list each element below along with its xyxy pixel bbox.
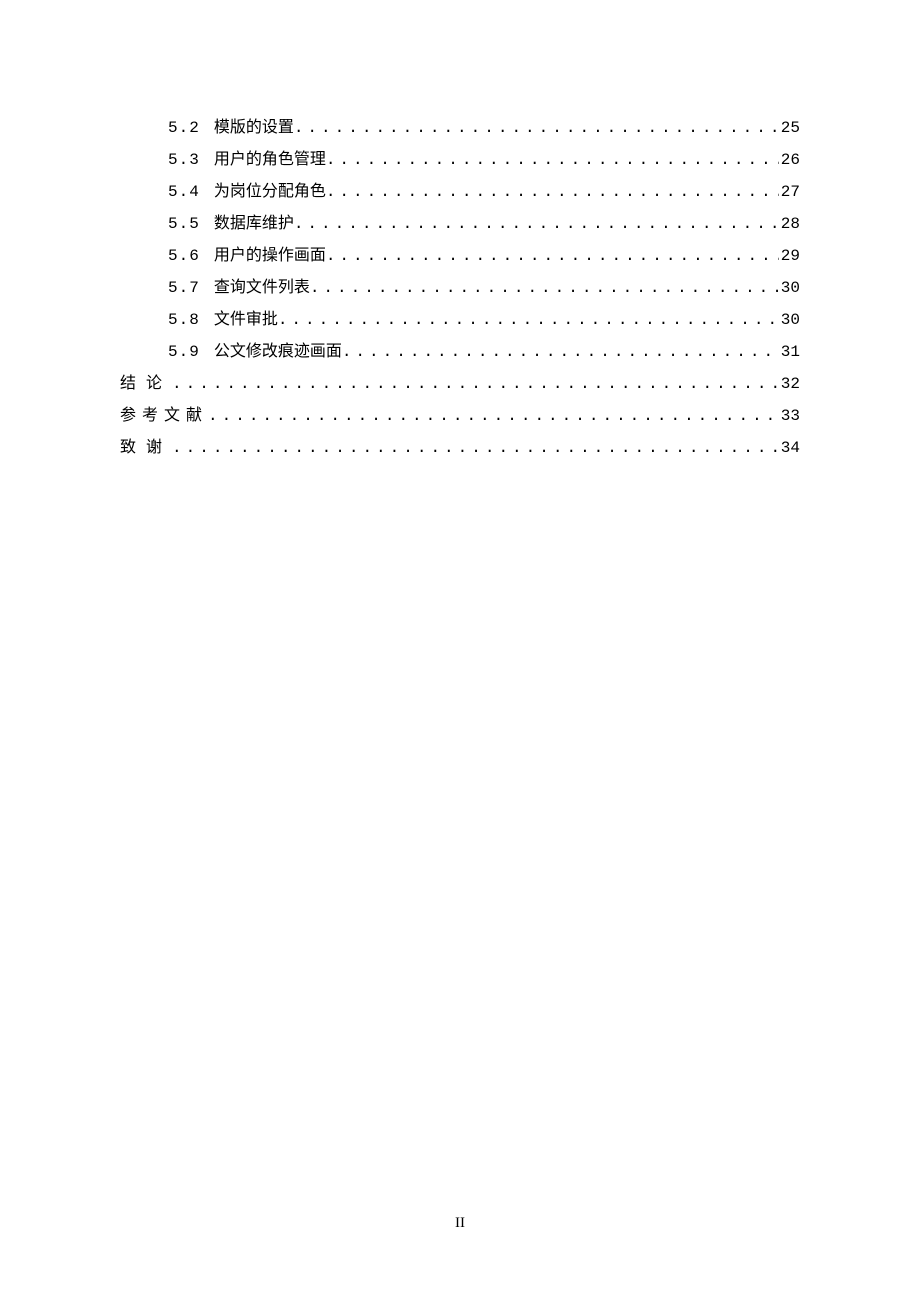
toc-entry-number: 5.5 [168,209,200,240]
toc-container: 5.2 模版的设置 25 5.3 用户的角色管理 26 5.4 为岗位分配角色 … [120,112,800,464]
toc-entry-number: 5.3 [168,145,200,176]
toc-entry-label: 用户的操作画面 [214,240,326,271]
toc-entry-label: 结论 [120,368,172,399]
toc-entry-number: 5.4 [168,177,200,208]
toc-entry: 5.8 文件审批 30 [120,304,800,336]
toc-entry-page: 30 [779,273,800,304]
toc-entry: 5.6 用户的操作画面 29 [120,240,800,272]
toc-entry-label: 数据库维护 [214,208,294,239]
toc-entry-page: 25 [779,113,800,144]
toc-entry-page: 29 [779,241,800,272]
toc-entry: 5.7 查询文件列表 30 [120,272,800,304]
toc-entry-page: 33 [779,401,800,432]
toc-entry-label: 为岗位分配角色 [214,176,326,207]
toc-entry: 5.9 公文修改痕迹画面 31 [120,336,800,368]
toc-entry-label: 参考文献 [120,400,208,431]
toc-entry-label: 致谢 [120,432,172,463]
toc-entry-label: 用户的角色管理 [214,144,326,175]
toc-entry-number: 5.2 [168,113,200,144]
toc-leader [310,273,779,304]
toc-entry-page: 27 [779,177,800,208]
toc-entry-number: 5.7 [168,273,200,304]
toc-entry: 5.5 数据库维护 28 [120,208,800,240]
toc-entry-page: 26 [779,145,800,176]
toc-entry-label: 文件审批 [214,304,278,335]
toc-entry-number: 5.6 [168,241,200,272]
toc-leader [172,433,779,464]
toc-leader [326,145,779,176]
toc-entry: 结论 32 [120,368,800,400]
toc-entry-page: 30 [779,305,800,336]
toc-entry: 5.2 模版的设置 25 [120,112,800,144]
toc-entry: 5.3 用户的角色管理 26 [120,144,800,176]
toc-leader [342,337,779,368]
toc-entry-label: 公文修改痕迹画面 [214,336,342,367]
toc-entry: 5.4 为岗位分配角色 27 [120,176,800,208]
toc-entry-page: 32 [779,369,800,400]
toc-leader [172,369,779,400]
toc-leader [294,113,779,144]
toc-entry-page: 34 [779,433,800,464]
toc-leader [294,209,779,240]
page-number: II [0,1215,920,1232]
toc-leader [326,241,779,272]
toc-entry-page: 28 [779,209,800,240]
toc-entry-label: 查询文件列表 [214,272,310,303]
toc-entry: 参考文献 33 [120,400,800,432]
toc-entry-label: 模版的设置 [214,112,294,143]
toc-entry-number: 5.8 [168,305,200,336]
toc-entry: 致谢 34 [120,432,800,464]
toc-entry-page: 31 [779,337,800,368]
toc-leader [326,177,779,208]
toc-leader [208,401,779,432]
toc-leader [278,305,779,336]
toc-entry-number: 5.9 [168,337,200,368]
